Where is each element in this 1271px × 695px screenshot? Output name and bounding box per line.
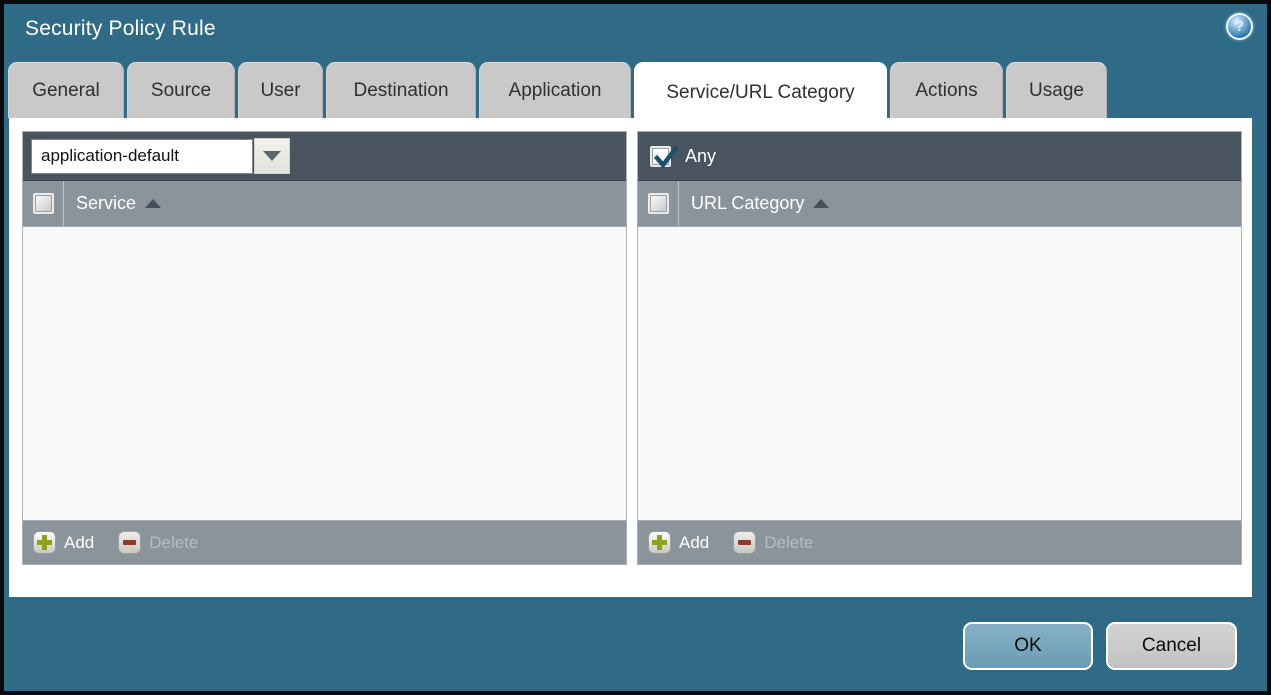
dialog-title: Security Policy Rule <box>25 17 216 40</box>
url-category-column-header: URL Category <box>679 181 830 226</box>
delete-button-label: Delete <box>764 532 814 552</box>
url-category-footer: Add Delete <box>638 520 1241 564</box>
service-select-all-checkbox[interactable] <box>32 193 54 214</box>
cancel-button[interactable]: Cancel <box>1106 622 1237 670</box>
delete-button-label: Delete <box>149 532 199 552</box>
security-policy-rule-dialog: Security Policy Rule ? General Source Us… <box>0 0 1271 695</box>
service-type-dropdown: application-default <box>31 138 290 174</box>
plus-icon <box>648 531 671 554</box>
add-button-label: Add <box>679 532 710 552</box>
service-footer: Add Delete <box>23 520 626 564</box>
url-category-select-all-cell <box>638 181 679 226</box>
help-icon[interactable]: ? <box>1226 13 1253 40</box>
url-category-select-all-checkbox[interactable] <box>647 193 669 214</box>
any-checkbox[interactable] <box>650 144 680 169</box>
sort-asc-icon <box>813 199 830 208</box>
tab-source[interactable]: Source <box>127 62 235 118</box>
minus-icon <box>118 531 142 554</box>
checkmark-icon <box>653 144 680 169</box>
tab-general[interactable]: General <box>8 62 124 118</box>
service-column-header: Service <box>64 181 162 226</box>
plus-icon <box>33 531 56 554</box>
service-toolbar: application-default <box>23 132 626 181</box>
tab-destination[interactable]: Destination <box>326 62 476 118</box>
service-type-value[interactable]: application-default <box>31 138 253 174</box>
url-category-delete-button[interactable]: Delete <box>733 531 813 554</box>
tab-bar: General Source User Destination Applicat… <box>8 62 1107 124</box>
url-category-panel: Any URL Category Add Delete <box>637 131 1242 565</box>
url-category-add-button[interactable]: Add <box>648 531 709 554</box>
add-button-label: Add <box>64 532 95 552</box>
url-category-toolbar: Any <box>638 132 1241 181</box>
tab-service-url-category[interactable]: Service/URL Category <box>634 62 887 123</box>
service-table-header[interactable]: Service <box>23 181 626 227</box>
service-list-body <box>23 227 626 520</box>
tab-application[interactable]: Application <box>479 62 631 118</box>
service-panel: application-default Service Add Delete <box>22 131 627 565</box>
service-delete-button[interactable]: Delete <box>118 531 198 554</box>
tab-usage[interactable]: Usage <box>1006 62 1107 118</box>
service-add-button[interactable]: Add <box>33 531 94 554</box>
url-category-list-body <box>638 227 1241 520</box>
url-category-table-header[interactable]: URL Category <box>638 181 1241 227</box>
service-column-label: Service <box>76 193 137 213</box>
service-type-dropdown-button[interactable] <box>254 138 290 174</box>
tab-actions[interactable]: Actions <box>890 62 1003 118</box>
url-category-column-label: URL Category <box>691 193 805 213</box>
ok-button[interactable]: OK <box>963 622 1093 670</box>
any-label: Any <box>685 145 717 166</box>
service-select-all-cell <box>23 181 64 226</box>
minus-icon <box>733 531 757 554</box>
tab-user[interactable]: User <box>238 62 323 118</box>
chevron-down-icon <box>263 151 281 161</box>
any-toggle: Any <box>646 144 717 169</box>
tab-content-area: application-default Service Add Delete A… <box>9 118 1252 597</box>
sort-asc-icon <box>145 199 162 208</box>
